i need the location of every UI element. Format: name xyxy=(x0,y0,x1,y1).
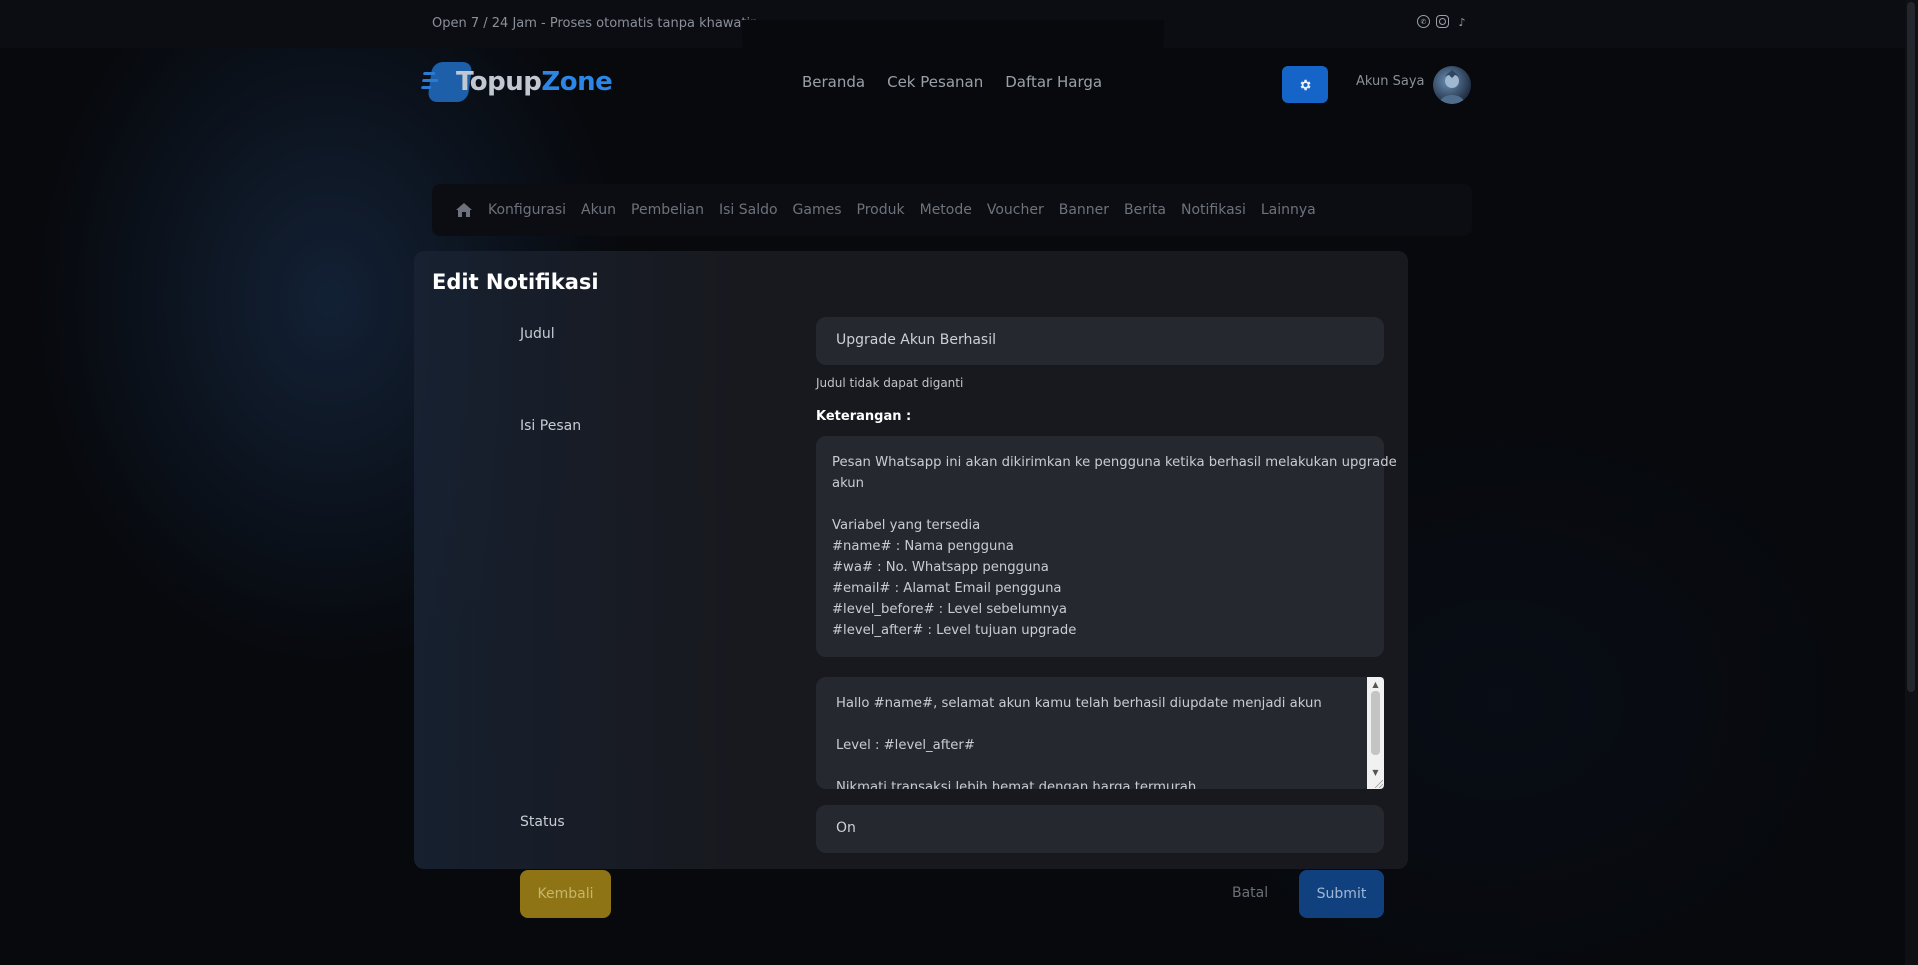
avatar-image xyxy=(1439,70,1465,104)
keterangan-label: Keterangan : xyxy=(816,409,912,424)
settings-button[interactable] xyxy=(1282,66,1328,103)
judul-input[interactable]: Upgrade Akun Berhasil xyxy=(816,317,1384,365)
social-links: ✆ ♪ xyxy=(1417,15,1469,29)
info-line-blank xyxy=(832,494,1368,515)
nav-beranda[interactable]: Beranda xyxy=(802,73,865,91)
site-logo[interactable]: TopupZone xyxy=(421,62,613,102)
instagram-icon[interactable] xyxy=(1436,15,1449,28)
nav-background xyxy=(742,20,1164,124)
admin-menu-metode[interactable]: Metode xyxy=(920,202,972,218)
admin-menu-akun[interactable]: Akun xyxy=(581,202,616,218)
admin-menu-notifikasi[interactable]: Notifikasi xyxy=(1181,202,1246,218)
message-line-blank xyxy=(836,714,1364,735)
message-line: Level : #level_after# xyxy=(836,738,975,753)
cancel-button[interactable]: Batal xyxy=(1232,885,1268,901)
isi-pesan-label: Isi Pesan xyxy=(520,418,582,434)
info-line: #name# : Nama pengguna xyxy=(832,539,1014,554)
admin-menu-produk[interactable]: Produk xyxy=(857,202,905,218)
message-line-blank xyxy=(836,756,1364,777)
main-nav: Beranda Cek Pesanan Daftar Harga xyxy=(802,73,1102,91)
status-select[interactable]: On xyxy=(816,805,1384,853)
admin-menu-banner[interactable]: Banner xyxy=(1059,202,1109,218)
scroll-up-icon[interactable]: ▲ xyxy=(1367,677,1384,691)
admin-menu-isi-saldo[interactable]: Isi Saldo xyxy=(719,202,778,218)
admin-menu-berita[interactable]: Berita xyxy=(1124,202,1166,218)
resize-handle-icon[interactable] xyxy=(1375,780,1383,788)
page-scroll-thumb[interactable] xyxy=(1907,2,1915,692)
nav-cek-pesanan[interactable]: Cek Pesanan xyxy=(887,73,983,91)
scroll-down-icon[interactable]: ▼ xyxy=(1367,765,1384,779)
info-line: #wa# : No. Whatsapp pengguna xyxy=(832,560,1049,575)
tiktok-icon[interactable]: ♪ xyxy=(1455,15,1469,29)
whatsapp-icon[interactable]: ✆ xyxy=(1417,15,1430,28)
admin-menu-voucher[interactable]: Voucher xyxy=(987,202,1044,218)
message-line: Hallo #name#, selamat akun kamu telah be… xyxy=(836,696,1322,711)
textarea-scrollbar[interactable]: ▲ ▼ xyxy=(1367,677,1384,789)
status-label: Status xyxy=(520,814,565,830)
logo-text: TopupZone xyxy=(456,67,613,97)
judul-value: Upgrade Akun Berhasil xyxy=(836,332,997,348)
admin-menu-games[interactable]: Games xyxy=(793,202,842,218)
admin-menu-lainnya[interactable]: Lainnya xyxy=(1261,202,1316,218)
scroll-thumb[interactable] xyxy=(1371,691,1380,755)
account-label[interactable]: Akun Saya xyxy=(1356,74,1425,89)
home-icon[interactable] xyxy=(456,203,472,217)
info-line: Pesan Whatsapp ini akan dikirimkan ke pe… xyxy=(832,455,1397,470)
info-line: #email# : Alamat Email pengguna xyxy=(832,581,1062,596)
info-line: Variabel yang tersedia xyxy=(832,518,981,533)
admin-menu-konfigurasi[interactable]: Konfigurasi xyxy=(488,202,566,218)
info-line: akun xyxy=(832,476,865,491)
status-value: On xyxy=(836,820,856,836)
back-button[interactable]: Kembali xyxy=(520,870,611,918)
judul-hint: Judul tidak dapat diganti xyxy=(816,376,964,390)
info-line: #level_after# : Level tujuan upgrade xyxy=(832,623,1077,638)
keterangan-box: Pesan Whatsapp ini akan dikirimkan ke pe… xyxy=(816,436,1397,657)
avatar[interactable] xyxy=(1433,66,1471,104)
message-line: Nikmati transaksi lebih hemat dengan har… xyxy=(836,780,1197,789)
judul-label: Judul xyxy=(520,326,555,342)
nav-daftar-harga[interactable]: Daftar Harga xyxy=(1005,73,1102,91)
info-line: #level_before# : Level sebelumnya xyxy=(832,602,1067,617)
page-title: Edit Notifikasi xyxy=(432,270,599,294)
submit-button[interactable]: Submit xyxy=(1299,870,1384,918)
admin-menu-pembelian[interactable]: Pembelian xyxy=(631,202,704,218)
announcement-text: Open 7 / 24 Jam - Proses otomatis tanpa … xyxy=(432,16,756,31)
message-textarea[interactable]: Hallo #name#, selamat akun kamu telah be… xyxy=(816,677,1384,789)
gear-icon xyxy=(1300,79,1311,90)
admin-menu: Konfigurasi Akun Pembelian Isi Saldo Gam… xyxy=(456,202,1316,218)
